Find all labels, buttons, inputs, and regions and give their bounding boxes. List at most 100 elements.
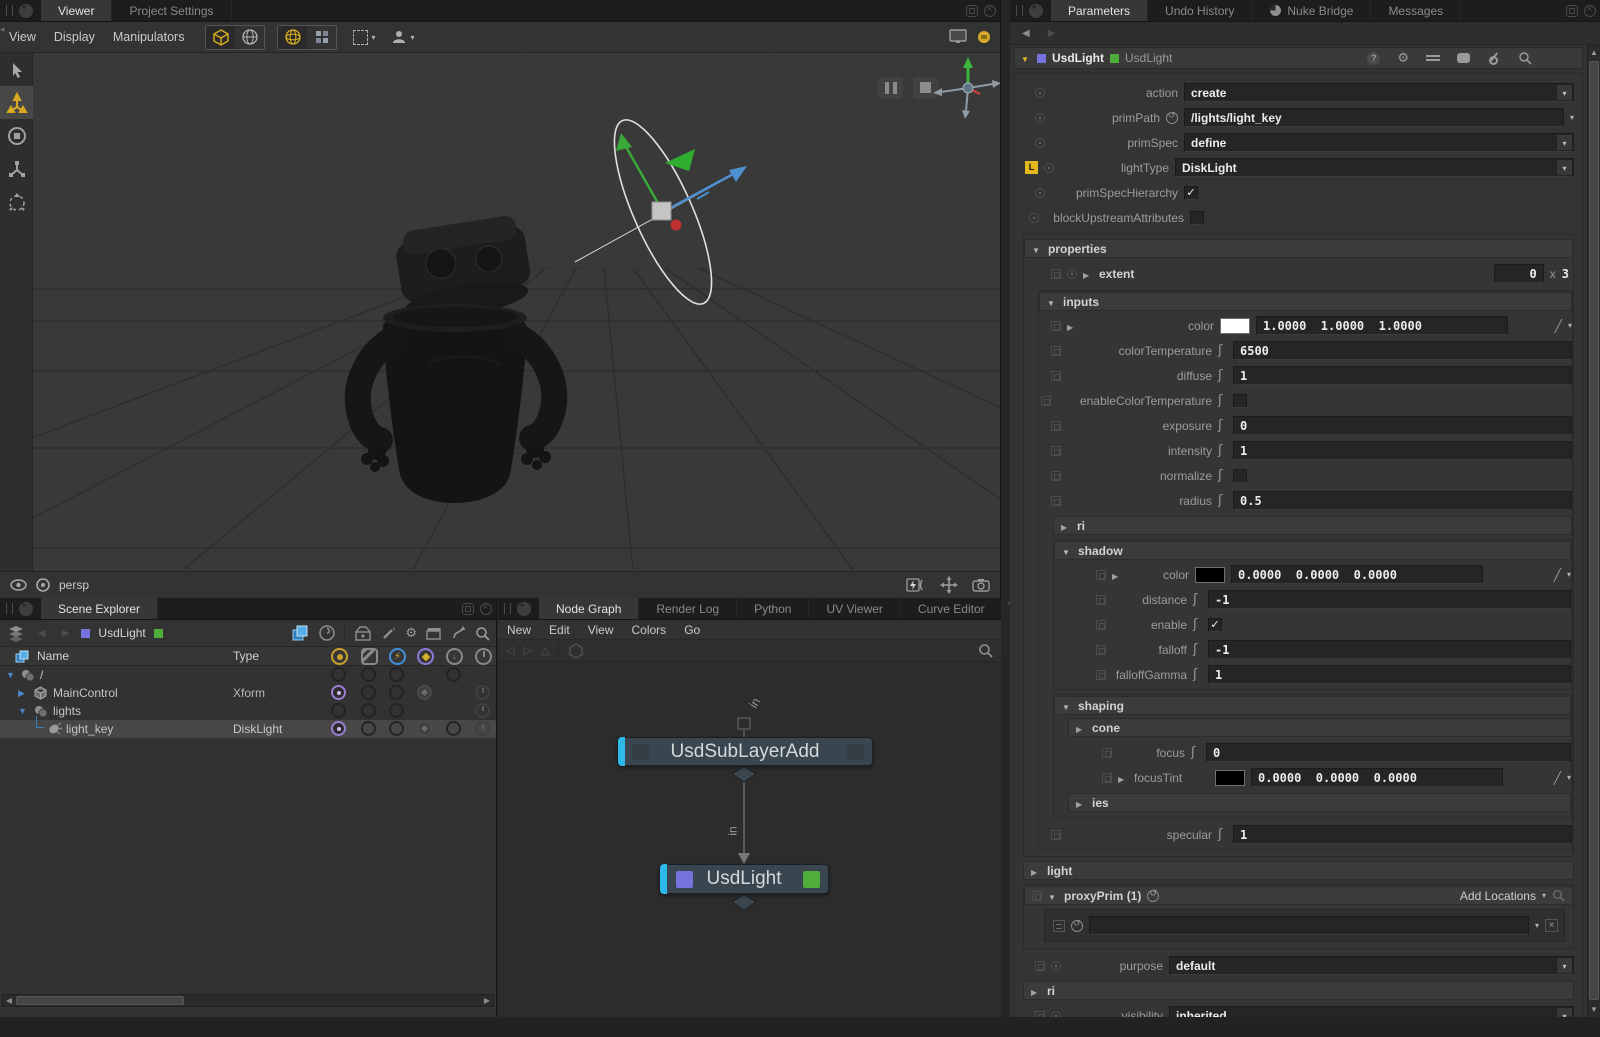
default-state-badge[interactable]	[1051, 421, 1061, 431]
close-pane-icon[interactable]	[1584, 5, 1596, 17]
vertical-scrollbar[interactable]: ▲ ▼	[1587, 45, 1600, 1017]
select-tool[interactable]	[0, 53, 33, 86]
shelf-icon[interactable]	[1426, 53, 1440, 63]
default-state-badge[interactable]	[1051, 346, 1061, 356]
material-toggle[interactable]	[417, 721, 432, 736]
liveness-icon[interactable]	[318, 624, 336, 642]
nav-forward-icon[interactable]: ▶	[1044, 28, 1060, 39]
default-state-badge[interactable]	[1051, 371, 1061, 381]
power-toggle[interactable]	[475, 703, 490, 718]
toggle-circle[interactable]	[331, 703, 346, 718]
expand-triangle-icon[interactable]	[1118, 771, 1128, 785]
toggle-circle[interactable]	[389, 685, 404, 700]
exposure-field[interactable]: 0	[1233, 416, 1572, 435]
curve-toggle-icon[interactable]	[1193, 617, 1202, 632]
list-badge[interactable]	[1053, 920, 1065, 932]
menu-edit[interactable]: Edit	[540, 623, 579, 637]
toggle-circle[interactable]	[389, 703, 404, 718]
proxyprim-section-header[interactable]: proxyPrim (1) Add Locations ▾	[1024, 886, 1573, 905]
close-pane-icon[interactable]	[480, 603, 492, 615]
camera-name[interactable]: persp	[59, 578, 89, 592]
light-section-header[interactable]: light	[1023, 861, 1574, 880]
default-state-badge[interactable]	[1096, 570, 1106, 580]
eye-icon[interactable]	[10, 579, 27, 591]
toggle-circle[interactable]	[361, 685, 376, 700]
chevron-down-icon[interactable]: ▾	[1542, 891, 1546, 900]
default-state-badge[interactable]	[1096, 620, 1106, 630]
default-state-badge[interactable]	[1096, 670, 1106, 680]
normalize-checkbox[interactable]	[1233, 469, 1247, 483]
default-state-badge[interactable]	[1096, 645, 1106, 655]
flash-toggle-icon[interactable]	[906, 578, 926, 592]
state-badge[interactable]	[1035, 188, 1045, 198]
maximize-pane-icon[interactable]	[1566, 5, 1578, 17]
menu-view[interactable]: View	[579, 623, 623, 637]
pan-icon[interactable]	[940, 576, 958, 594]
camera-person-button[interactable]: ▾	[391, 29, 414, 45]
inputs-section-header[interactable]: inputs	[1039, 292, 1572, 311]
color-picker-pen-icon[interactable]	[1554, 771, 1561, 785]
curve-toggle-icon[interactable]	[1193, 667, 1202, 682]
tab-uv-viewer[interactable]: UV Viewer	[809, 598, 900, 619]
curve-toggle-icon[interactable]	[1218, 393, 1227, 408]
resolve-column-icon[interactable]: ↓	[446, 648, 463, 665]
material-toggle[interactable]	[417, 685, 432, 700]
tab-project-settings[interactable]: Project Settings	[112, 0, 231, 21]
scroll-up-icon[interactable]: ▲	[1588, 46, 1600, 59]
properties-section-header[interactable]: properties	[1024, 239, 1573, 258]
pane-drag-handle[interactable]	[6, 603, 13, 614]
scroll-right-icon[interactable]: ▶	[481, 995, 493, 1006]
tab-parameters[interactable]: Parameters	[1051, 0, 1148, 21]
default-state-badge[interactable]	[1035, 961, 1045, 971]
tab-viewer[interactable]: Viewer	[41, 0, 112, 21]
blockupstream-checkbox[interactable]	[1190, 211, 1204, 225]
tab-render-log[interactable]: Render Log	[639, 598, 737, 619]
power-column-icon[interactable]	[475, 648, 492, 665]
edit-flag-square[interactable]	[676, 871, 693, 888]
pane-menu-button[interactable]	[517, 602, 531, 616]
working-set-box-icon[interactable]	[353, 624, 373, 642]
tab-messages[interactable]: Messages	[1371, 0, 1461, 21]
tile-grid-icon[interactable]	[307, 26, 336, 49]
enablecolortemperature-checkbox[interactable]	[1233, 394, 1247, 408]
state-badge[interactable]	[1067, 269, 1077, 279]
node-name[interactable]: UsdLight	[1125, 51, 1172, 65]
history-back-icon[interactable]: ◀	[34, 628, 50, 639]
menu-view[interactable]: View	[0, 30, 45, 44]
default-state-badge[interactable]	[1032, 891, 1042, 901]
material-column-icon[interactable]	[417, 648, 434, 665]
color-swatch[interactable]	[1220, 318, 1250, 334]
viewer-sync-icon[interactable]	[976, 29, 992, 45]
follow-curve-icon[interactable]	[451, 625, 467, 641]
proxyprim-path-field[interactable]	[1089, 916, 1529, 935]
visible-eye-toggle[interactable]	[331, 685, 346, 700]
tab-python[interactable]: Python	[737, 598, 809, 619]
toggle-circle[interactable]	[389, 667, 404, 682]
scroll-left-icon[interactable]: ◀	[3, 995, 15, 1006]
colortemperature-field[interactable]: 6500	[1233, 341, 1572, 360]
shadow-enable-checkbox[interactable]: ✓	[1208, 618, 1222, 632]
focus-field[interactable]: 0	[1206, 743, 1571, 762]
curve-toggle-icon[interactable]	[1218, 493, 1227, 508]
chevron-down-icon[interactable]: ▾	[1568, 321, 1572, 330]
toggle-circle[interactable]	[446, 721, 461, 736]
state-badge[interactable]	[1035, 88, 1045, 98]
curve-toggle-icon[interactable]	[1218, 468, 1227, 483]
tab-node-graph[interactable]: Node Graph	[539, 598, 639, 619]
color-picker-pen-icon[interactable]	[1554, 568, 1561, 582]
shadow-color-values-field[interactable]: 0.0000 0.0000 0.0000	[1231, 565, 1483, 584]
wrench-icon[interactable]	[1487, 51, 1501, 65]
focustint-values-field[interactable]: 0.0000 0.0000 0.0000	[1251, 768, 1503, 787]
shaping-section-header[interactable]: shaping	[1054, 696, 1571, 715]
tab-undo-history[interactable]: Undo History	[1148, 0, 1252, 21]
cone-section-header[interactable]: cone	[1068, 718, 1571, 737]
curve-toggle-icon[interactable]	[1218, 418, 1227, 433]
ri-section-header[interactable]: ri	[1053, 516, 1572, 535]
default-state-badge[interactable]	[1051, 269, 1061, 279]
camera-aperture-icon[interactable]	[36, 578, 50, 592]
menu-go[interactable]: Go	[675, 623, 709, 637]
column-type[interactable]: Type	[233, 649, 259, 663]
curve-toggle-icon[interactable]	[1218, 368, 1227, 383]
horizontal-scrollbar[interactable]: ◀ ▶	[2, 994, 494, 1007]
default-state-badge[interactable]	[1102, 773, 1112, 783]
